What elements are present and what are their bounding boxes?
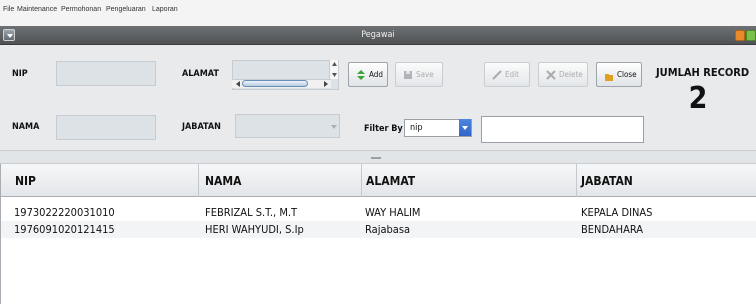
chevron-down-icon (331, 125, 337, 129)
window-title: Pegawai (361, 30, 395, 40)
table-row[interactable]: 1973022220031010 FEBRIZAL S.T., M.T WAY … (1, 204, 756, 221)
save-label: Save (416, 70, 434, 79)
add-icon (357, 70, 365, 80)
close-label: Close (617, 70, 637, 79)
menu-maintenance[interactable]: Maintenance (17, 6, 57, 13)
nip-field[interactable] (56, 61, 156, 86)
window-titlebar: Pegawai (0, 26, 756, 45)
cell-nip: 1973022220031010 (14, 206, 115, 219)
table-row[interactable]: 1976091020121415 HERI WAHYUDI, S.Ip Raja… (1, 221, 756, 238)
delete-button[interactable]: Delete (538, 62, 588, 87)
search-input[interactable] (481, 116, 644, 143)
column-header-nip[interactable]: NIP (15, 174, 36, 188)
column-separator[interactable] (361, 164, 362, 197)
menu-laporan[interactable]: Laporan (152, 6, 178, 13)
splitter[interactable] (0, 150, 756, 164)
alamat-vertical-scrollbar[interactable] (329, 60, 338, 79)
nama-field[interactable] (56, 115, 156, 140)
add-button[interactable]: Add (348, 62, 388, 87)
column-separator[interactable] (198, 164, 199, 197)
scroll-left-right-icon (236, 81, 328, 87)
menu-pengeluaran[interactable]: Pengeluaran (106, 6, 146, 13)
cell-nama: FEBRIZAL S.T., M.T (205, 206, 298, 219)
delete-label: Delete (559, 70, 583, 79)
maximize-icon[interactable] (746, 30, 756, 41)
edit-icon (492, 70, 502, 80)
cell-jabatan: BENDAHARA (581, 223, 644, 236)
edit-label: Edit (505, 70, 519, 79)
cell-jabatan: KEPALA DINAS (581, 206, 653, 219)
edit-button[interactable]: Edit (484, 62, 530, 87)
add-label: Add (369, 70, 383, 79)
cell-alamat: Rajabasa (365, 223, 411, 236)
cell-alamat: WAY HALIM (365, 206, 421, 219)
close-button[interactable]: Close (596, 62, 642, 87)
nip-label: NIP (12, 69, 28, 79)
column-separator[interactable] (576, 164, 577, 197)
filter-label: Filter By (364, 124, 403, 134)
scroll-arrows-icon (332, 62, 337, 77)
delete-icon (546, 70, 556, 80)
jabatan-select[interactable] (235, 114, 340, 138)
form-panel: NIP NAMA ALAMAT JABATAN Add Save Edit De… (0, 45, 756, 150)
minimize-icon[interactable] (735, 30, 745, 41)
splitter-grip[interactable] (371, 157, 381, 159)
pegawai-table: NIP NAMA ALAMAT JABATAN 1973022220031010… (0, 164, 756, 304)
menu-permohonan[interactable]: Permohonan (61, 6, 101, 13)
column-header-nama[interactable]: NAMA (205, 174, 242, 188)
jabatan-label: JABATAN (182, 122, 221, 132)
jumlah-record-value: 2 (688, 81, 708, 116)
jumlah-record-title: JUMLAH RECORD (656, 66, 750, 79)
column-header-jabatan[interactable]: JABATAN (581, 174, 633, 188)
table-header: NIP NAMA ALAMAT JABATAN (1, 164, 756, 197)
nama-label: NAMA (12, 122, 40, 132)
alamat-label: ALAMAT (182, 69, 219, 79)
filter-dropdown-button[interactable] (459, 119, 471, 136)
save-icon (404, 71, 412, 79)
menu-bar: File Maintenance Permohonan Pengeluaran … (0, 0, 756, 26)
close-icon (605, 74, 613, 81)
chevron-down-icon (462, 126, 468, 130)
filter-select-value: nip (410, 123, 423, 133)
cell-nama: HERI WAHYUDI, S.Ip (205, 223, 304, 236)
save-button[interactable]: Save (395, 62, 443, 87)
column-header-alamat[interactable]: ALAMAT (366, 174, 415, 188)
cell-nip: 1976091020121415 (14, 223, 115, 236)
menu-file[interactable]: File (3, 6, 14, 13)
